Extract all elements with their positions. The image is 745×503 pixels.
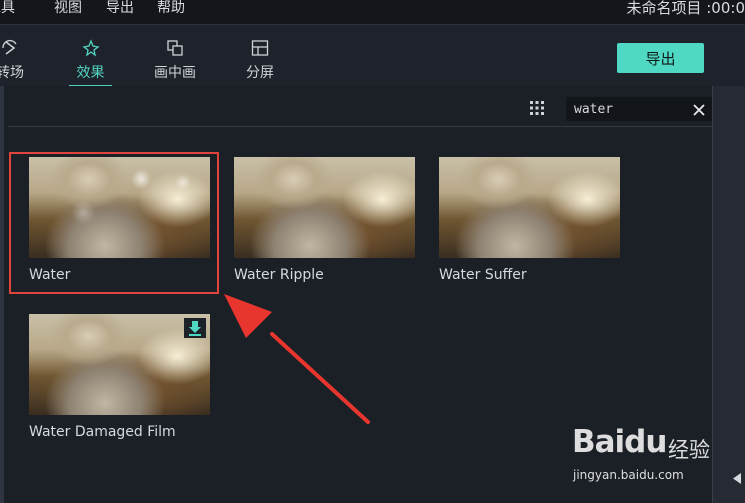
download-icon[interactable] <box>184 318 206 338</box>
tab-label: 画中画 <box>154 65 196 81</box>
effect-thumbnail <box>29 314 210 415</box>
watermark-url: jingyan.baidu.com <box>573 468 684 482</box>
effect-label: Water Suffer <box>439 267 527 283</box>
menu-item-export[interactable]: 导出 <box>106 0 134 20</box>
project-title: 未命名项目 :00:0 <box>626 0 745 17</box>
effect-thumbnail <box>439 157 620 258</box>
split-screen-icon <box>242 38 278 58</box>
media-tab-bar: 转场 效果 画中画 分屏 导出 <box>0 24 745 87</box>
menu-item-view[interactable]: 视图 <box>54 0 82 20</box>
search-box <box>566 97 712 121</box>
tab-transitions[interactable]: 转场 <box>0 25 30 87</box>
grid-view-icon[interactable] <box>529 100 545 116</box>
effects-icon <box>69 38 112 58</box>
baidu-jingyan-watermark: Baidu 经验 jingyan.baidu.com <box>570 420 740 490</box>
watermark-tag: 经验 <box>668 438 710 462</box>
tab-label: 效果 <box>76 65 105 81</box>
panel-toolbar <box>8 86 712 127</box>
watermark-brand: Baidu <box>572 424 667 460</box>
effect-thumbnail <box>234 157 415 258</box>
tab-picture-in-picture[interactable]: 画中画 <box>149 25 201 87</box>
tab-label: 分屏 <box>246 65 274 81</box>
effect-label: Water Damaged Film <box>29 424 176 440</box>
search-input[interactable] <box>574 100 684 118</box>
tab-split-screen[interactable]: 分屏 <box>242 25 278 87</box>
menu-item-help[interactable]: 帮助 <box>157 0 185 20</box>
pip-icon <box>149 38 201 58</box>
menu-bar: 工具 视图 导出 帮助 未命名项目 :00:0 <box>0 0 745 24</box>
effect-label: Water Ripple <box>234 267 324 283</box>
close-icon[interactable] <box>692 102 706 116</box>
menu-item-tools[interactable]: 工具 <box>0 0 15 20</box>
export-button[interactable]: 导出 <box>617 43 704 73</box>
tab-effects[interactable]: 效果 <box>69 25 112 87</box>
effect-label: Water <box>29 267 71 283</box>
tab-label: 转场 <box>0 65 24 81</box>
transition-icon <box>0 38 30 58</box>
effect-thumbnail <box>29 157 210 258</box>
